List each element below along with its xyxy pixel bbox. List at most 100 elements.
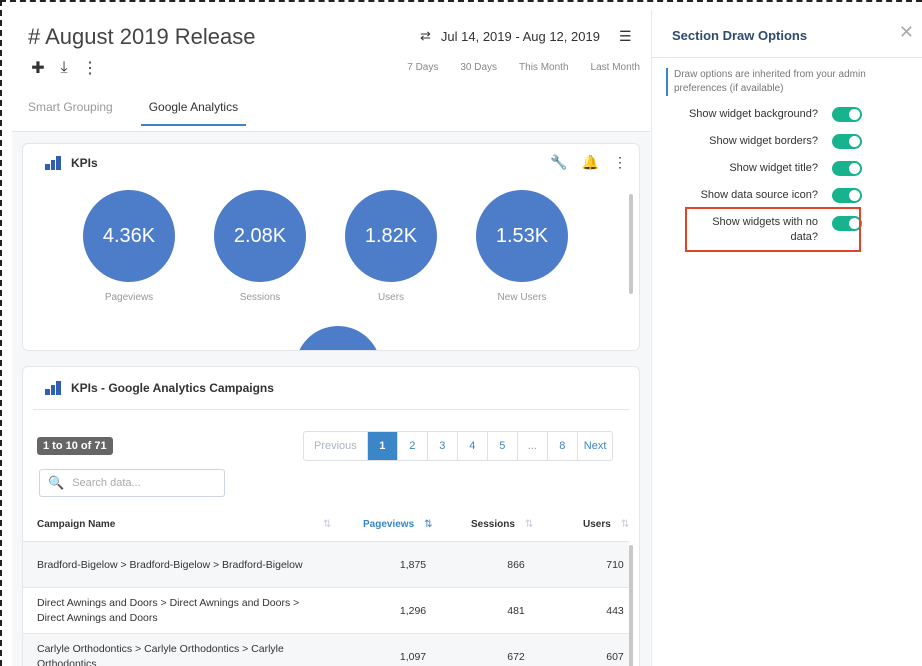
wrench-icon[interactable]: 🔧 (550, 154, 567, 171)
date-range-label: Jul 14, 2019 - Aug 12, 2019 (440, 28, 600, 44)
kpi-new-users: 1.53K New Users (476, 190, 568, 303)
tab-google-analytics[interactable]: Google Analytics (140, 100, 247, 126)
kpi-bubble: 1.53K (476, 190, 568, 282)
cell-sessions: 866 (507, 559, 525, 571)
table-row[interactable]: Bradford-Bigelow > Bradford-Bigelow > Br… (23, 541, 629, 587)
toggle-widget-title[interactable] (832, 161, 862, 176)
date-range-picker[interactable]: ⇄ Jul 14, 2019 - Aug 12, 2019 (420, 28, 600, 44)
preset-last-month[interactable]: Last Month (591, 62, 640, 73)
option-widget-background: Show widget background? (652, 107, 862, 122)
preset-30-days[interactable]: 30 Days (460, 62, 497, 73)
search-placeholder: Search data... (72, 477, 141, 489)
panel-note: Draw options are inherited from your adm… (666, 68, 876, 96)
kpi-label: Users (377, 292, 405, 303)
campaigns-widget-title: KPIs - Google Analytics Campaigns (71, 381, 274, 395)
toggle-widget-borders[interactable] (832, 134, 862, 149)
section-draw-options-panel: Section Draw Options ✕ Draw options are … (651, 10, 922, 666)
dashboard-area: # August 2019 Release ✚ ⤓ ⋮ ⇄ Jul 14, 20… (12, 10, 650, 666)
sort-icon[interactable]: ⇅ (313, 519, 331, 530)
more-vertical-icon[interactable]: ⋮ (613, 154, 627, 171)
dashboard-header: # August 2019 Release ✚ ⤓ ⋮ ⇄ Jul 14, 20… (12, 10, 650, 132)
cell-campaign-name: Direct Awnings and Doors > Direct Awning… (37, 597, 300, 624)
campaigns-divider (33, 409, 629, 410)
kpi-bubble-partial (295, 326, 381, 350)
kpi-label: Pageviews (104, 292, 154, 303)
cell-pageviews: 1,097 (399, 651, 427, 663)
pager-page-1[interactable]: 1 (366, 432, 397, 460)
option-widget-title: Show widget title? (652, 161, 862, 176)
kpi-sessions: 2.08K Sessions (214, 190, 306, 303)
swap-arrows-icon[interactable]: ⇄ (420, 28, 431, 44)
cell-campaign-name: Bradford-Bigelow > Bradford-Bigelow > Br… (37, 558, 303, 571)
highlight-box (685, 207, 861, 252)
search-icon: 🔍 (48, 475, 65, 490)
table-row[interactable]: Direct Awnings and Doors > Direct Awning… (23, 587, 629, 633)
option-data-source-icon: Show data source icon? (652, 188, 862, 203)
option-label: Show widget title? (729, 162, 818, 174)
cell-sessions: 672 (507, 651, 525, 663)
campaigns-widget-header: KPIs - Google Analytics Campaigns (45, 381, 274, 395)
sort-desc-icon: ⇅ (424, 519, 433, 530)
panel-divider (652, 57, 922, 58)
bar-chart-icon (45, 381, 61, 395)
filter-icon[interactable]: ☰ (619, 28, 632, 45)
preset-7-days[interactable]: 7 Days (407, 62, 438, 73)
kpi-bubble: 4.36K (83, 190, 175, 282)
tab-smart-grouping[interactable]: Smart Grouping (28, 100, 113, 126)
table-row[interactable]: Carlyle Orthodontics > Carlyle Orthodont… (23, 633, 629, 666)
option-label: Show data source icon? (700, 189, 818, 201)
sort-icon: ⇅ (620, 519, 630, 530)
kpi-label: Sessions (239, 292, 281, 303)
option-widget-borders: Show widget borders? (652, 134, 862, 149)
kpi-widget-title: KPIs (71, 156, 98, 170)
plus-icon[interactable]: ✚ (30, 58, 46, 78)
column-sessions[interactable]: Sessions ⇅ (471, 519, 533, 530)
pagination: Previous 1 2 3 4 5 ... 8 Next (303, 431, 614, 461)
cell-sessions: 481 (507, 605, 525, 617)
pager-page-2[interactable]: 2 (396, 432, 427, 460)
column-pageviews[interactable]: Pageviews ⇅ (363, 519, 433, 530)
download-icon[interactable]: ⤓ (56, 59, 72, 77)
search-input[interactable]: 🔍 Search data... (39, 469, 225, 497)
pager-page-5[interactable]: 5 (486, 432, 517, 460)
bar-chart-icon (45, 156, 61, 170)
toggle-widget-background[interactable] (832, 107, 862, 122)
date-presets: 7 Days 30 Days This Month Last Month (407, 62, 640, 73)
table-body: Bradford-Bigelow > Bradford-Bigelow > Br… (23, 541, 629, 666)
header-toolbar: ✚ ⤓ ⋮ (30, 58, 98, 78)
kpi-widget: KPIs 🔧 🔔 ⋮ 4.36K Pageviews 2.08K Session… (22, 143, 640, 351)
cell-campaign-name: Carlyle Orthodontics > Carlyle Orthodont… (37, 643, 284, 666)
preset-this-month[interactable]: This Month (519, 62, 568, 73)
kpi-widget-actions: 🔧 🔔 ⋮ (550, 154, 627, 171)
pager-page-3[interactable]: 3 (426, 432, 457, 460)
pager-page-4[interactable]: 4 (456, 432, 487, 460)
pager-next[interactable]: Next (576, 432, 613, 460)
campaigns-widget: KPIs - Google Analytics Campaigns 1 to 1… (22, 366, 640, 666)
cell-pageviews: 1,296 (399, 605, 427, 617)
cell-pageviews: 1,875 (399, 559, 427, 571)
kpi-scrollbar[interactable] (629, 194, 633, 294)
kpi-widget-header: KPIs (45, 156, 98, 170)
bell-icon[interactable]: 🔔 (582, 154, 599, 171)
option-label: Show widget background? (688, 108, 818, 120)
tab-bar: Smart Grouping Google Analytics (28, 100, 247, 126)
close-icon[interactable]: ✕ (899, 22, 914, 43)
kpi-bubble: 2.08K (214, 190, 306, 282)
pager-previous[interactable]: Previous (304, 432, 367, 460)
panel-title: Section Draw Options (672, 28, 808, 43)
kpi-label: New Users (497, 292, 547, 303)
kpi-pageviews: 4.36K Pageviews (83, 190, 175, 303)
table-scrollbar[interactable] (629, 545, 633, 666)
tabs-divider (12, 131, 650, 132)
option-label: Show widget borders? (709, 135, 818, 147)
column-campaign-name[interactable]: Campaign Name (37, 519, 115, 530)
kpi-users: 1.82K Users (345, 190, 437, 303)
kpi-bubble: 1.82K (345, 190, 437, 282)
pager-page-8[interactable]: 8 (546, 432, 577, 460)
row-count-badge: 1 to 10 of 71 (37, 437, 113, 455)
pager-ellipsis: ... (516, 432, 547, 460)
toggle-data-source-icon[interactable] (832, 188, 862, 203)
more-vertical-icon[interactable]: ⋮ (82, 58, 98, 78)
column-users[interactable]: Users ⇅ (583, 519, 629, 530)
page-title: # August 2019 Release (28, 24, 256, 49)
